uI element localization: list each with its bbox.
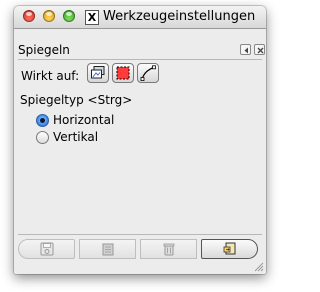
resize-grip-icon[interactable] xyxy=(254,262,264,272)
radio-unselected-indicator[interactable] xyxy=(36,131,49,144)
path-icon xyxy=(140,65,156,81)
tool-options-window: X Werkzeugeinstellungen Spiegeln Wirkt a… xyxy=(14,6,266,274)
transform-path-button[interactable] xyxy=(137,63,159,83)
selection-icon xyxy=(116,66,130,80)
restore-icon xyxy=(102,243,114,256)
title-bar[interactable]: X Werkzeugeinstellungen xyxy=(14,6,266,29)
close-button[interactable] xyxy=(23,10,35,22)
radio-vertical-label: Vertikal xyxy=(53,130,99,144)
reset-icon xyxy=(223,242,236,255)
divider xyxy=(18,59,262,60)
radio-selected-indicator[interactable] xyxy=(36,114,49,127)
spiegeltyp-label: Spiegeltyp <Strg> xyxy=(20,93,133,107)
transform-layer-button[interactable] xyxy=(87,63,109,83)
left-arrow-icon xyxy=(244,47,248,54)
bottom-button-bar xyxy=(18,239,262,261)
close-icon xyxy=(257,47,264,54)
dock-close-button[interactable] xyxy=(254,44,265,55)
dock-title: Spiegeln xyxy=(18,43,70,57)
restore-options-button[interactable] xyxy=(79,239,136,259)
radio-horizontal-label: Horizontal xyxy=(53,113,115,127)
dock-menu-button[interactable] xyxy=(240,44,251,55)
reset-options-button[interactable] xyxy=(201,239,258,259)
save-icon xyxy=(40,242,54,256)
dock-header: Spiegeln xyxy=(16,42,265,58)
divider xyxy=(18,234,262,235)
x11-icon: X xyxy=(85,10,99,25)
save-options-button[interactable] xyxy=(18,239,75,259)
window-title: Werkzeugeinstellungen xyxy=(103,9,256,24)
layer-icon xyxy=(91,66,105,79)
minimize-button[interactable] xyxy=(43,10,55,22)
zoom-button[interactable] xyxy=(63,10,75,22)
delete-options-button[interactable] xyxy=(140,239,197,259)
trash-icon xyxy=(163,243,175,256)
wirkt-auf-label: Wirkt auf: xyxy=(21,69,80,83)
transform-selection-button[interactable] xyxy=(112,63,134,83)
